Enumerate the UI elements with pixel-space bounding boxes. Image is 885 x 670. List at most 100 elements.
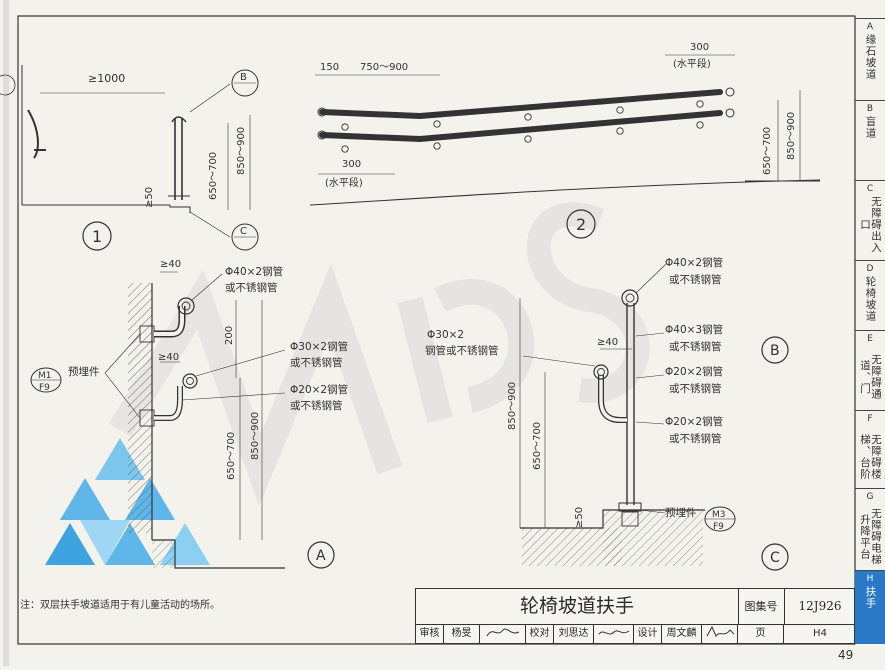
footnote: 注：双层扶手坡道适用于有儿童活动的场所。 (20, 600, 220, 611)
dc-pipe1-a: Φ40×2钢管 (665, 256, 723, 269)
detail-1: ≥1000 B C 650～700 850～900 ≥50 1 (0, 65, 259, 251)
da-spacing: 200 (224, 326, 235, 345)
page-label: 页 (738, 624, 784, 644)
tab-b-letter: B (866, 104, 874, 114)
tab-f-letter: F (867, 414, 873, 424)
d1-dim-gap: ≥50 (144, 187, 155, 208)
drawing-canvas: ≥1000 B C 650～700 850～900 ≥50 1 150 750～… (0, 0, 856, 666)
d1-callout-b: B (240, 72, 247, 83)
design-name: 周文麟 (662, 624, 702, 644)
da-ref-top: M1 (38, 371, 52, 381)
check-signature-mark (598, 630, 629, 635)
page-number: 49 (838, 648, 854, 662)
design-signature (702, 624, 738, 644)
design-label: 设计 (634, 624, 662, 644)
dc-handrail-a: Φ30×2 (427, 329, 464, 341)
tab-h-label: 扶手 (864, 586, 877, 609)
d2-dim-low: 650～700 (762, 127, 773, 175)
da-pipe2-b: 或不锈钢管 (290, 356, 343, 369)
dc-dim-low: 650～700 (532, 422, 543, 470)
dc-ref-bottom: F9 (713, 522, 724, 532)
d1-dim-min: ≥1000 (88, 72, 125, 85)
dc-dim-high: 850～900 (507, 382, 518, 430)
drawing-sheet: ≥1000 B C 650～700 850～900 ≥50 1 150 750～… (0, 0, 885, 666)
d2-dim-750: 750～900 (360, 62, 408, 73)
drawing-title: 轮椅坡道扶手 (416, 589, 739, 624)
dc-ref-top: M3 (712, 510, 726, 520)
dc-pipe2-b: 或不锈钢管 (669, 340, 722, 353)
da-pipe2-a: Φ30×2钢管 (290, 340, 348, 353)
detail-b: B (761, 336, 789, 364)
atlas-number: 12J926 (798, 599, 842, 613)
tab-c[interactable]: C 无障碍出入口 (855, 180, 885, 260)
tab-f[interactable]: F 无障碍楼梯、台阶 (855, 410, 885, 488)
tab-h[interactable]: H 扶手 (855, 570, 885, 644)
check-label: 校对 (526, 624, 554, 644)
tab-a-letter: A (866, 22, 874, 32)
dc-letter: C (770, 550, 780, 566)
title-row: 轮椅坡道扶手 图集号 12J926 (416, 589, 854, 625)
da-ref-bottom: F9 (39, 383, 50, 393)
da-pipe3-a: Φ20×2钢管 (290, 383, 348, 396)
review-label: 审核 (416, 624, 444, 644)
dc-gap: ≥40 (597, 337, 618, 348)
tab-g-label: 无障碍电梯升降平台 (859, 508, 882, 566)
watermark-triangles (45, 438, 210, 565)
d1-dim-low: 650～700 (208, 152, 219, 200)
da-gap-mid: ≥40 (158, 352, 179, 363)
dc-pipe4-b: 或不锈钢管 (669, 432, 722, 445)
tab-e-label: 无障碍通道、门 (859, 354, 882, 400)
dc-pipe3-b: 或不锈钢管 (669, 382, 722, 395)
tab-b[interactable]: B 盲道 (855, 100, 885, 180)
tab-e-letter: E (867, 334, 873, 344)
tab-e[interactable]: E 无障碍通道、门 (855, 330, 885, 410)
tab-a-label: 缘石坡道 (864, 34, 877, 80)
dc-pipe4-a: Φ20×2钢管 (665, 415, 723, 428)
dc-pipe2-a: Φ40×3钢管 (665, 323, 723, 336)
tab-g[interactable]: G 无障碍电梯升降平台 (855, 488, 885, 570)
d2-dim-300-bottom: 300 (342, 159, 361, 170)
da-pipe3-b: 或不锈钢管 (290, 399, 343, 412)
review-signature (480, 624, 526, 644)
detail-a: ≥40 ≥40 200 650～700 850～900 Φ40×2钢管 或不锈钢… (30, 259, 348, 569)
d2-dim-300-top: 300 (690, 42, 709, 53)
d2-dim-high: 850～900 (786, 112, 797, 160)
tab-h-letter: H (866, 574, 874, 584)
da-dim-high: 850～900 (250, 412, 261, 460)
tab-a[interactable]: A 缘石坡道 (855, 18, 885, 100)
da-pipe1-a: Φ40×2钢管 (225, 265, 283, 278)
da-dim-low: 650～700 (226, 432, 237, 480)
da-pipe1-b: 或不锈钢管 (225, 281, 278, 294)
watermark-logo (108, 202, 650, 507)
review-signature-mark (486, 628, 519, 637)
signature-row: 审核 杨旻 校对 刘思达 设计 周文麟 页 H4 (416, 624, 854, 644)
tab-d-label: 轮椅坡道 (864, 276, 877, 322)
d2-dim-150: 150 (320, 62, 339, 73)
db-letter: B (770, 343, 780, 359)
d1-number: 1 (92, 227, 102, 246)
dc-pipe3-a: Φ20×2钢管 (665, 365, 723, 378)
tab-f-label: 无障碍楼梯、台阶 (859, 434, 882, 480)
page-code: H4 (813, 628, 827, 639)
tab-d-letter: D (866, 264, 874, 274)
d2-level-bottom: (水平段) (325, 176, 363, 189)
review-name: 杨旻 (444, 624, 480, 644)
dc-handrail-b: 钢管或不锈钢管 (425, 344, 499, 357)
atlas-label: 图集号 (738, 589, 785, 624)
d2-level-top: (水平段) (673, 57, 711, 70)
check-signature (594, 624, 634, 644)
tab-g-letter: G (866, 492, 874, 502)
title-block: 轮椅坡道扶手 图集号 12J926 审核 杨旻 校对 刘思达 设计 周文麟 页 … (415, 588, 855, 644)
dc-base-gap: ≥50 (574, 507, 585, 528)
dc-pipe1-b: 或不锈钢管 (669, 273, 722, 286)
tab-d[interactable]: D 轮椅坡道 (855, 260, 885, 330)
d1-callout-c: C (240, 226, 247, 237)
tab-c-letter: C (866, 184, 874, 194)
da-embed-label: 预埋件 (68, 366, 100, 378)
dc-embed-label: 预埋件 (665, 507, 697, 519)
tab-c-label: 无障碍出入口 (859, 196, 882, 254)
da-letter: A (316, 548, 326, 564)
tab-b-label: 盲道 (864, 116, 877, 139)
check-name: 刘思达 (554, 624, 594, 644)
d1-dim-high: 850～900 (236, 127, 247, 175)
